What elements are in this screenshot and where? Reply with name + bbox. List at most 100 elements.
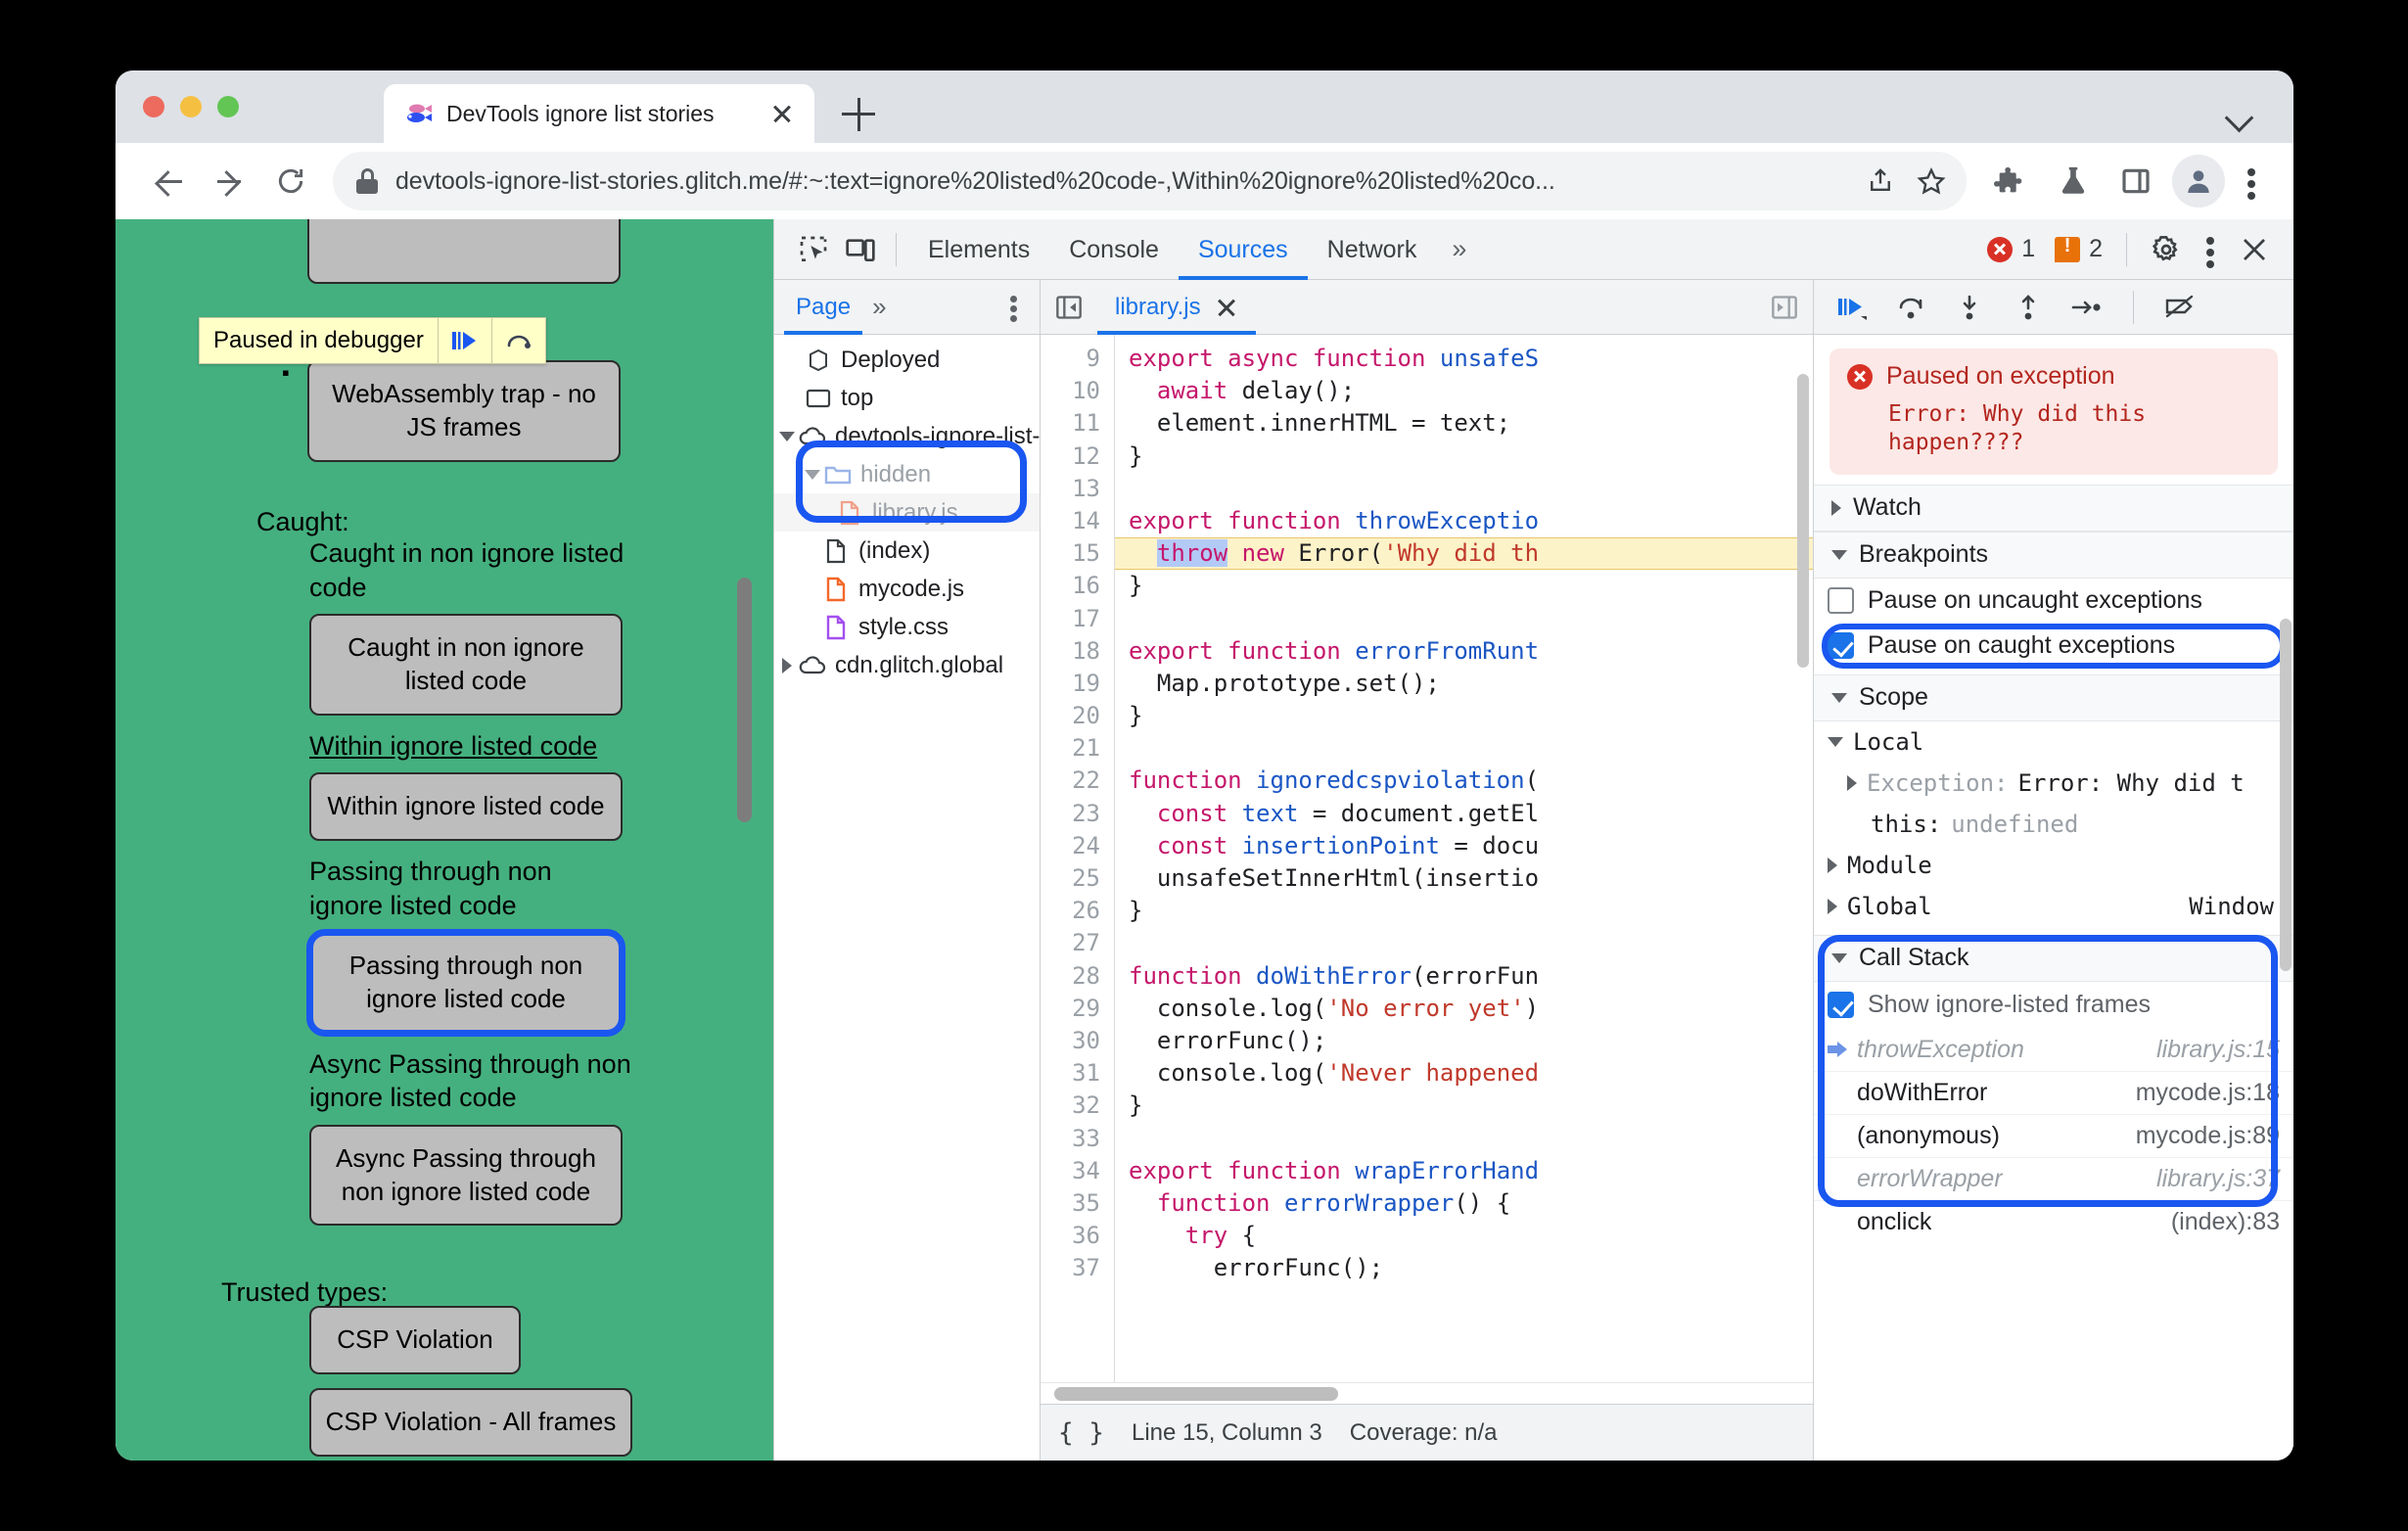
code-line[interactable]: export async function unsafeS	[1115, 343, 1813, 375]
scope-row-local[interactable]: Local	[1814, 721, 2293, 763]
debugger-vertical-scrollbar[interactable]	[2280, 619, 2292, 971]
code-line[interactable]: }	[1115, 570, 1813, 602]
tree-item-deployed[interactable]: Deployed	[774, 341, 1040, 379]
side-panel-icon[interactable]	[2109, 155, 2162, 208]
expand-caret-icon[interactable]	[1831, 692, 1847, 703]
share-icon[interactable]	[1855, 156, 1906, 207]
code-line[interactable]: function doWithError(errorFun	[1115, 960, 1813, 993]
step-over-icon[interactable]	[1886, 283, 1935, 332]
browser-tab[interactable]: DevTools ignore list stories	[384, 84, 814, 143]
page-button-async-passing[interactable]: Async Passing through non ignore listed …	[309, 1124, 623, 1227]
code-line[interactable]: console.log('No error yet')	[1115, 993, 1813, 1025]
maximize-window-button[interactable]	[217, 96, 239, 117]
page-button-within-ignore[interactable]: Within ignore listed code	[309, 772, 623, 842]
profile-avatar-icon[interactable]	[2172, 155, 2225, 208]
tree-item-index[interactable]: (index)	[774, 532, 1040, 570]
code-line[interactable]: function ignoredcspviolation(	[1115, 765, 1813, 797]
editor-vertical-scrollbar[interactable]	[1797, 374, 1809, 668]
page-button-wasm-trap-top[interactable]	[307, 219, 621, 284]
pause-on-uncaught-exceptions-row[interactable]: Pause on uncaught exceptions	[1814, 579, 2293, 624]
code-line[interactable]: }	[1115, 895, 1813, 927]
tree-item-devtools-ignore-list-stories[interactable]: devtools-ignore-list-stories.glitch.me	[774, 417, 1040, 455]
navigator-more-icon[interactable]: »	[862, 292, 893, 322]
code-line[interactable]: }	[1115, 441, 1813, 473]
section-breakpoints[interactable]: Breakpoints	[1814, 531, 2293, 579]
scope-row-module[interactable]: Module	[1814, 845, 2293, 886]
editor-tab-library-js[interactable]: library.js	[1097, 280, 1256, 335]
code-viewer[interactable]: 9 10 11 12 13 14 15 16 17 18 19 20 21 22 23 24 25 26 27 28 2…	[1041, 335, 1813, 1382]
section-call-stack[interactable]: Call Stack	[1814, 934, 2293, 982]
call-stack-frame-throwexception[interactable]: throwException library.js:15	[1814, 1029, 2293, 1072]
minimize-window-button[interactable]	[180, 96, 202, 117]
checkbox[interactable]	[1828, 992, 1854, 1018]
back-icon[interactable]	[141, 153, 198, 209]
code-line[interactable]	[1115, 927, 1813, 959]
page-button-csp-violation-all-frames[interactable]: CSP Violation - All frames	[309, 1387, 632, 1457]
code-line[interactable]: element.innerHTML = text;	[1115, 407, 1813, 440]
bookmark-star-icon[interactable]	[1906, 156, 1957, 207]
labs-flask-icon[interactable]	[2047, 155, 2100, 208]
tree-item-mycode-js[interactable]: mycode.js	[774, 570, 1040, 608]
scope-row-exception[interactable]: Exception: Error: Why did t	[1814, 763, 2293, 804]
code-line[interactable]	[1115, 473, 1813, 505]
code-line[interactable]: console.log('Never happened	[1115, 1057, 1813, 1090]
close-devtools-icon[interactable]	[2231, 226, 2278, 273]
step-out-icon[interactable]	[2004, 283, 2053, 332]
error-count-badge[interactable]: 1	[1979, 235, 2043, 263]
code-line[interactable]	[1115, 732, 1813, 765]
tree-item-hidden[interactable]: hidden	[774, 455, 1040, 493]
code-line[interactable]: await delay();	[1115, 375, 1813, 407]
address-bar[interactable]: devtools-ignore-list-stories.glitch.me/#…	[333, 152, 1967, 210]
expand-caret-icon[interactable]	[1828, 736, 1843, 747]
expand-caret-icon[interactable]	[1847, 774, 1857, 791]
expand-caret-icon[interactable]	[776, 657, 798, 673]
tab-elements[interactable]: Elements	[908, 219, 1049, 280]
code-line[interactable]: function errorWrapper() {	[1115, 1187, 1813, 1220]
deactivate-breakpoints-icon[interactable]	[2155, 283, 2204, 332]
step-icon[interactable]	[2062, 283, 2111, 332]
more-options-icon[interactable]	[2194, 223, 2227, 276]
chevron-down-icon[interactable]	[2227, 104, 2252, 129]
pause-on-caught-exceptions-row[interactable]: Pause on caught exceptions	[1814, 624, 2293, 669]
code-line[interactable]: throw new Error('Why did th	[1115, 537, 1813, 571]
code-line[interactable]	[1115, 603, 1813, 635]
reload-icon[interactable]	[262, 153, 319, 209]
tree-item-top[interactable]: top	[774, 379, 1040, 417]
expand-caret-icon[interactable]	[776, 431, 798, 441]
page-scrollbar-thumb[interactable]	[737, 578, 752, 822]
new-tab-button[interactable]	[842, 98, 875, 131]
device-toolbar-icon[interactable]	[837, 226, 884, 273]
browser-menu-icon[interactable]	[2235, 155, 2268, 208]
page-button-caught-non-ignore[interactable]: Caught in non ignore listed code	[309, 614, 623, 716]
section-scope[interactable]: Scope	[1814, 673, 2293, 721]
expand-caret-icon[interactable]	[1831, 549, 1847, 560]
code-line[interactable]: unsafeSetInnerHtml(insertio	[1115, 862, 1813, 895]
resume-script-icon[interactable]	[1828, 283, 1876, 332]
tree-item-style-css[interactable]: style.css	[774, 608, 1040, 646]
close-icon[interactable]	[1215, 296, 1238, 319]
call-stack-frame-anonymous[interactable]: (anonymous) mycode.js:89	[1814, 1115, 2293, 1158]
page-button-csp-violation[interactable]: CSP Violation	[309, 1306, 521, 1374]
tree-item-cdn-glitch-global[interactable]: cdn.glitch.global	[774, 646, 1040, 684]
forward-icon[interactable]	[202, 153, 258, 209]
code-line[interactable]: export function wrapErrorHand	[1115, 1155, 1813, 1187]
page-button-wasm-trap[interactable]: WebAssembly trap - no JS frames	[307, 360, 621, 462]
close-icon[interactable]	[767, 99, 797, 128]
scope-row-this[interactable]: this: undefined	[1814, 804, 2293, 845]
call-stack-frame-errorwrapper[interactable]: errorWrapper library.js:37	[1814, 1158, 2293, 1201]
call-stack-frame-onclick[interactable]: onclick (index):83	[1814, 1201, 2293, 1244]
expand-caret-icon[interactable]	[802, 469, 823, 480]
code-line[interactable]: const insertionPoint = docu	[1115, 830, 1813, 862]
show-debugger-icon[interactable]	[1760, 283, 1809, 332]
code-line[interactable]: errorFunc();	[1115, 1025, 1813, 1057]
more-tabs-icon[interactable]: »	[1436, 234, 1479, 264]
call-stack-frame-dowitherror[interactable]: doWithError mycode.js:18	[1814, 1072, 2293, 1115]
code-line[interactable]: }	[1115, 700, 1813, 732]
code-line[interactable]: Map.prototype.set();	[1115, 668, 1813, 700]
step-into-icon[interactable]	[1945, 283, 1994, 332]
expand-caret-icon[interactable]	[1828, 898, 1837, 914]
navigator-menu-icon[interactable]	[996, 288, 1030, 327]
code-line[interactable]: export function errorFromRunt	[1115, 635, 1813, 668]
code-line[interactable]	[1115, 1123, 1813, 1155]
pretty-print-icon[interactable]: { }	[1058, 1418, 1104, 1448]
